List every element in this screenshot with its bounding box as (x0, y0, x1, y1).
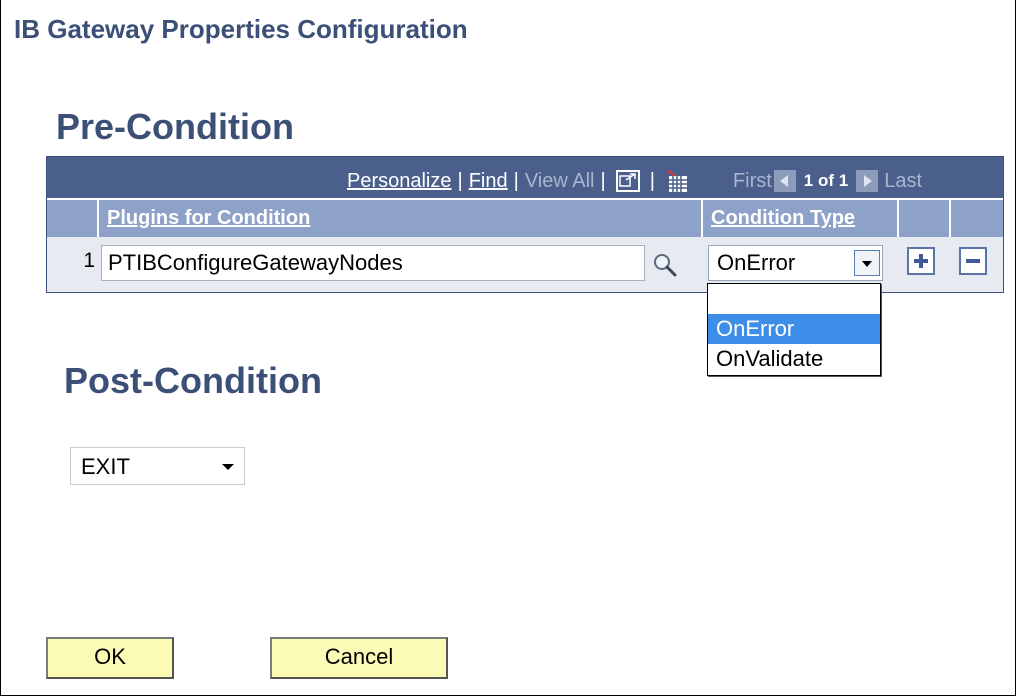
chevron-down-icon[interactable] (854, 250, 880, 276)
column-header-row: Plugins for Condition Condition Type (47, 198, 1003, 237)
ok-button[interactable]: OK (46, 637, 174, 679)
download-grid-icon[interactable] (665, 169, 689, 192)
chevron-down-icon (222, 464, 234, 470)
personalize-link[interactable]: Personalize (347, 170, 452, 193)
add-row-icon (919, 254, 923, 268)
plugins-column-header[interactable]: Plugins for Condition (99, 200, 703, 237)
row-number: 1 (83, 249, 95, 272)
plugin-input[interactable]: PTIBConfigureGatewayNodes (101, 245, 645, 281)
plugins-column-label[interactable]: Plugins for Condition (107, 207, 310, 230)
separator: | (457, 169, 463, 192)
condition-type-dropdown-list[interactable]: OnError OnValidate (707, 283, 881, 376)
pre-condition-grid: Personalize | Find | View All | | First … (46, 156, 1004, 293)
separator: | (649, 169, 655, 192)
row-count: 1 of 1 (803, 171, 849, 190)
dropdown-option-blank[interactable] (708, 284, 880, 314)
condition-type-column-header[interactable]: Condition Type (703, 200, 899, 237)
grid-toolbar-links: Personalize | Find | View All | | First … (347, 169, 922, 193)
condition-type-column-label[interactable]: Condition Type (711, 207, 855, 230)
pre-condition-heading: Pre-Condition (56, 106, 294, 147)
cancel-button[interactable]: Cancel (270, 637, 448, 679)
delete-row-button[interactable] (959, 247, 987, 275)
separator: | (513, 169, 519, 192)
next-arrow-icon (856, 170, 879, 192)
grid-toolbar: Personalize | Find | View All | | First … (47, 157, 1003, 198)
lookup-icon[interactable] (651, 251, 679, 279)
view-all-link: View All (524, 169, 595, 192)
post-condition-select[interactable]: EXIT (70, 447, 245, 485)
zoom-icon[interactable] (615, 170, 640, 192)
dropdown-option-onerror[interactable]: OnError (708, 314, 880, 344)
find-link[interactable]: Find (469, 170, 508, 193)
prev-arrow-icon (773, 170, 796, 192)
delete-column-header (951, 200, 1003, 237)
separator: | (600, 169, 606, 192)
post-condition-value: EXIT (81, 454, 130, 479)
add-row-button[interactable] (907, 247, 935, 275)
post-condition-heading: Post-Condition (64, 360, 322, 401)
condition-type-value: OnError (717, 250, 796, 275)
add-column-header (899, 200, 951, 237)
first-link: First (732, 169, 772, 192)
row-number-header (47, 200, 99, 237)
last-link: Last (884, 169, 923, 192)
page-title: IB Gateway Properties Configuration (14, 14, 468, 44)
delete-row-icon (966, 259, 980, 263)
condition-type-select[interactable]: OnError (708, 245, 883, 281)
dropdown-option-onvalidate[interactable]: OnValidate (708, 344, 880, 374)
